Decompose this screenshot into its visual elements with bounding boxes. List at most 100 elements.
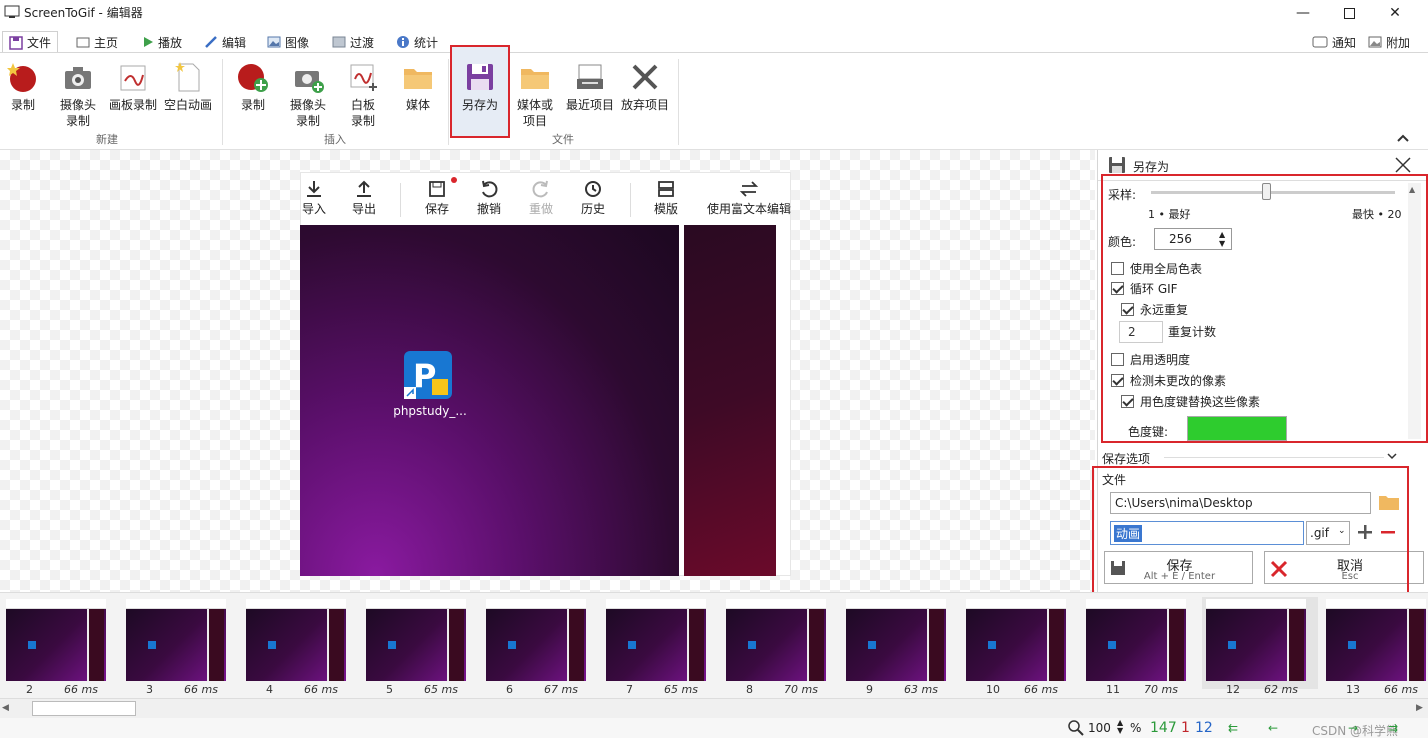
desktop-icon-label: phpstudy_... (393, 404, 467, 418)
horizontal-scrollbar[interactable]: ◀ ▶ (0, 698, 1428, 718)
panel-scrollbar[interactable]: ▲ (1408, 183, 1421, 439)
frame-delay: 66 ms (64, 683, 98, 696)
tab-transition[interactable]: 过渡 (326, 31, 380, 53)
previous-frame-icon[interactable]: ← (1268, 721, 1278, 735)
frame-thumbnail[interactable]: 11 70 ms (1082, 597, 1198, 696)
frame-thumbnail[interactable]: 6 67 ms (482, 597, 598, 696)
collapse-ribbon-icon[interactable] (1396, 133, 1410, 143)
ribbon-separator (678, 59, 679, 145)
frame-thumbnail[interactable]: 13 66 ms (1322, 597, 1428, 696)
scroll-left-icon[interactable]: ◀ (2, 703, 9, 713)
scroll-up-icon[interactable]: ▲ (1409, 185, 1415, 194)
thumb-image-right (1047, 609, 1064, 681)
tab-play[interactable]: 播放 (136, 31, 188, 53)
frame-number: 8 (746, 683, 753, 696)
scrollbar-thumb[interactable] (32, 701, 136, 716)
board-icon (117, 61, 149, 93)
recent-projects-button[interactable]: 最近项目 (563, 59, 617, 129)
save-button[interactable]: 保存 (424, 177, 450, 216)
thumb-toolbar (1206, 599, 1306, 609)
thumb-image-right (447, 609, 464, 681)
frame-thumbnail[interactable]: 5 65 ms (362, 597, 478, 696)
phpstudy-icon: P (404, 351, 452, 399)
ribbon-separator (448, 59, 449, 145)
close-window-button[interactable]: ✕ (1372, 0, 1418, 26)
thumb-image-right (807, 609, 824, 681)
notify-icon (1312, 36, 1328, 48)
floppy-icon (427, 179, 447, 199)
frame-number: 6 (506, 683, 513, 696)
ribbon: 录制 摄像头 录制 画板录制 空白动画 新建 录制 摄像头 录制 白板 录制 媒… (0, 45, 1428, 150)
thumb-toolbar (366, 599, 466, 609)
tab-home[interactable]: 主页 (70, 31, 124, 53)
thumb-toolbar (606, 599, 706, 609)
scroll-right-icon[interactable]: ▶ (1416, 703, 1423, 713)
next-frame-icon[interactable]: → (1348, 721, 1358, 735)
thumb-app-icon (868, 641, 876, 649)
blank-animation-button[interactable]: 空白动画 (161, 59, 215, 129)
frame-thumbnail[interactable]: 2 66 ms (2, 597, 118, 696)
first-frame-icon[interactable]: ⇇ (1228, 721, 1238, 735)
insert-board-button[interactable]: 白板 录制 (336, 59, 390, 129)
frame-delay: 66 ms (1024, 683, 1058, 696)
frame-number: 2 (26, 683, 33, 696)
tab-edit[interactable]: 编辑 (198, 31, 252, 53)
current-frame: 12 (1195, 720, 1213, 736)
frame-delay: 65 ms (664, 683, 698, 696)
upload-icon (354, 179, 374, 199)
open-media-project-button[interactable]: 媒体或 项目 (508, 59, 562, 129)
save-as-panel: 另存为 采样: 1 • 最好 最快 • 20 颜色: 256 ▲ ▼ 使用全局色… (1092, 150, 1428, 605)
frame-thumbnail[interactable]: 4 66 ms (242, 597, 358, 696)
floppy-icon (9, 35, 23, 50)
tab-file[interactable]: 文件 (2, 31, 59, 53)
thumb-app-icon (988, 641, 996, 649)
save-as-button[interactable]: 另存为 (453, 59, 507, 129)
import-button[interactable]: 导入 (301, 177, 327, 216)
tab-image[interactable]: 图像 (261, 31, 315, 53)
board-icon (347, 61, 379, 93)
file-section-highlight (1092, 466, 1409, 604)
frame-number: 3 (146, 683, 153, 696)
frame-thumbnail[interactable]: 8 70 ms (722, 597, 838, 696)
frame-delay: 70 ms (1144, 683, 1178, 696)
thumb-image-right (927, 609, 944, 681)
save-options-header[interactable]: 保存选项 (1102, 450, 1150, 467)
app-icon (4, 5, 20, 19)
export-button[interactable]: 导出 (351, 177, 377, 216)
notify-button[interactable]: 通知 (1306, 31, 1362, 53)
frame-thumbnail[interactable]: 12 62 ms (1202, 597, 1318, 696)
history-button[interactable]: 历史 (580, 177, 606, 216)
frame-number: 12 (1226, 683, 1240, 696)
record-button[interactable]: 录制 (0, 59, 50, 129)
zoom-value[interactable]: 100 (1088, 721, 1111, 735)
discard-project-button[interactable]: 放弃项目 (618, 59, 672, 129)
thumb-image-right (567, 609, 584, 681)
last-frame-icon[interactable]: ⇉ (1388, 721, 1398, 735)
minimize-button[interactable]: — (1280, 0, 1326, 26)
history-icon (583, 179, 603, 199)
thumb-toolbar (246, 599, 346, 609)
close-panel-button[interactable] (1394, 156, 1412, 174)
insert-media-button[interactable]: 媒体 (391, 59, 445, 129)
frame-number: 4 (266, 683, 273, 696)
frame-thumbnail[interactable]: 10 66 ms (962, 597, 1078, 696)
tab-statistics[interactable]: 统计 (390, 31, 444, 53)
frame-thumbnail[interactable]: 9 63 ms (842, 597, 958, 696)
webcam-record-button[interactable]: 摄像头 录制 (51, 59, 105, 129)
rich-text-edit-button[interactable]: 使用富文本编辑 (706, 177, 792, 216)
insert-webcam-button[interactable]: 摄像头 录制 (281, 59, 335, 129)
frame-thumbnail[interactable]: 7 65 ms (602, 597, 718, 696)
frame-thumbnail[interactable]: 3 66 ms (122, 597, 238, 696)
desktop-screenshot-right (684, 225, 776, 576)
board-record-button[interactable]: 画板录制 (106, 59, 160, 129)
status-bar: 100 ▲ ▼ % 147 1 12 ⇇ ← CSDN @科学熊 → ⇉ (0, 718, 1428, 738)
redo-button[interactable]: 重做 (528, 177, 554, 216)
chevron-down-icon[interactable] (1386, 451, 1398, 461)
thumb-image-right (1167, 609, 1184, 681)
undo-button[interactable]: 撤销 (476, 177, 502, 216)
maximize-button[interactable] (1326, 0, 1372, 26)
insert-record-button[interactable]: 录制 (226, 59, 280, 129)
attach-button[interactable]: 附加 (1362, 31, 1416, 53)
zoom-stepper[interactable]: ▲ ▼ (1117, 719, 1123, 735)
template-button[interactable]: 模版 (653, 177, 679, 216)
